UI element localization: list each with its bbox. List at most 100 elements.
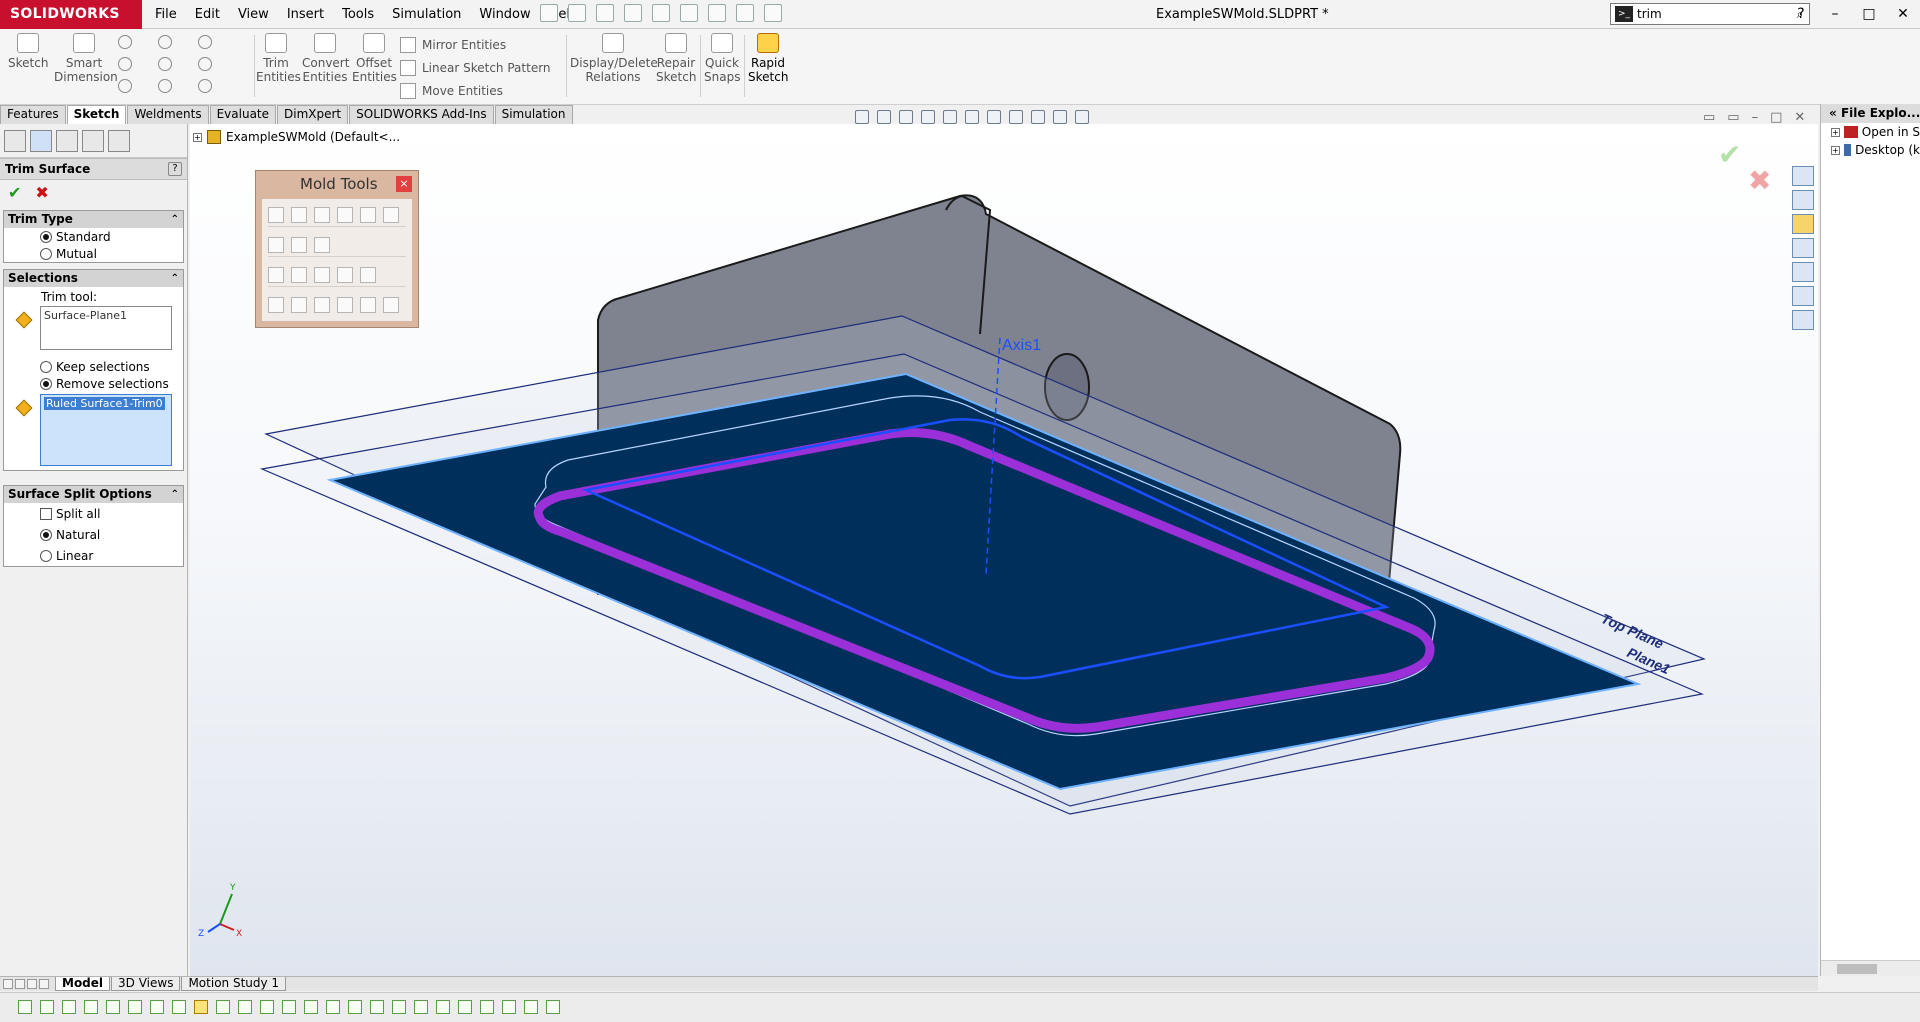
filter-edges-icon[interactable] [106,1000,120,1014]
fillet-icon[interactable] [158,79,172,93]
trim-entities-button[interactable]: Trim Entities [256,33,301,84]
line-icon[interactable] [118,35,132,49]
select-icon[interactable] [680,4,698,22]
design-library-icon[interactable] [1792,190,1814,210]
tab-features[interactable]: Features [0,105,66,124]
trim-type-mutual-radio[interactable]: Mutual [4,245,183,262]
filter-connection-points-icon[interactable] [524,1000,538,1014]
zoom-to-fit-icon[interactable] [855,110,869,124]
options-icon[interactable] [764,4,782,22]
new-document-icon[interactable] [540,4,558,22]
filter-sketch-segments-icon[interactable] [260,1000,274,1014]
menu-insert[interactable]: Insert [278,0,333,29]
scale-icon[interactable] [314,236,330,253]
filter-centerline-icon[interactable] [326,1000,340,1014]
filter-midpoints-icon[interactable] [282,1000,296,1014]
file-explorer-icon[interactable] [1792,214,1814,234]
polygon-icon[interactable] [198,57,212,71]
collapse-icon[interactable]: « [1829,106,1837,120]
quick-snaps-button[interactable]: Quick Snaps [704,33,740,84]
previous-view-icon[interactable] [899,110,913,124]
custom-properties-icon[interactable] [1792,286,1814,306]
undo-icon[interactable] [652,4,670,22]
hide-show-items-icon[interactable] [1009,110,1023,124]
search-input[interactable]: trim [1637,7,1791,21]
tab-sketch[interactable]: Sketch [66,105,127,124]
slot-icon[interactable] [118,79,132,93]
model-geometry[interactable]: Axis1 Top Plane Plane1 Y X Z [190,124,1818,976]
first-tab-icon[interactable] [3,979,13,989]
arc-icon[interactable] [158,57,172,71]
close-button[interactable]: ✕ [1894,0,1912,29]
trim-type-header[interactable]: Trim Type ⌃ [4,211,183,228]
menu-tools[interactable]: Tools [333,0,383,29]
flyout-feature-tree[interactable]: + ExampleSWMold (Default<... [193,130,400,144]
appearances-icon[interactable] [1792,262,1814,282]
maximize-button[interactable]: □ [1860,0,1878,29]
pieces-selection-box[interactable]: Ruled Surface1-Trim0 [40,394,172,466]
graphics-area[interactable]: Axis1 Top Plane Plane1 Y X Z [190,124,1818,976]
parting-surfaces-icon[interactable] [314,266,330,283]
expand-icon[interactable]: + [1831,127,1840,137]
filter-geometric-tolerances-icon[interactable] [392,1000,406,1014]
dynamic-annotation-icon[interactable] [943,110,957,124]
next-tab-icon[interactable] [27,979,37,989]
dimxpert-manager-icon[interactable] [82,130,104,152]
filter-cosmetic-threads-icon[interactable] [480,1000,494,1014]
filter-surface-finish-icon[interactable] [370,1000,384,1014]
save-icon[interactable] [596,4,614,22]
trim-type-standard-radio[interactable]: Standard [4,228,183,245]
display-style-icon[interactable] [987,110,1001,124]
split-line-icon[interactable] [337,297,353,313]
mirror-entities-button[interactable]: Mirror Entities [400,33,551,56]
tab-3d-views[interactable]: 3D Views [111,977,181,991]
rebuild-icon[interactable] [708,4,726,22]
keep-selections-radio[interactable]: Keep selections [4,358,183,375]
apply-scene-icon[interactable] [1053,110,1067,124]
solidworks-forum-icon[interactable] [1792,310,1814,330]
help-icon[interactable]: ? [1792,0,1810,29]
natural-radio[interactable]: Natural [4,524,183,545]
view-settings-icon[interactable] [1075,110,1089,124]
file-properties-icon[interactable] [736,4,754,22]
menu-view[interactable]: View [229,0,278,29]
view-orientation-icon[interactable] [965,110,979,124]
parting-line-analysis-icon[interactable] [291,236,307,253]
display-manager-icon[interactable] [108,130,130,152]
tile-viewport-icon[interactable]: ▭ [1727,110,1739,125]
ruled-surface-2-icon[interactable] [360,297,376,313]
open-document-icon[interactable] [568,4,586,22]
filter-routing-points-icon[interactable] [546,1000,560,1014]
insert-mold-folders-icon[interactable] [291,297,307,313]
collapse-icon[interactable]: ⌃ [171,211,179,228]
menu-window[interactable]: Window [470,0,539,29]
surface-split-options-header[interactable]: Surface Split Options ⌃ [4,486,183,503]
scroll-thumb[interactable] [1837,964,1877,974]
filter-weld-symbols-icon[interactable] [436,1000,450,1014]
linear-radio[interactable]: Linear [4,545,183,566]
tab-weldments[interactable]: Weldments [127,105,209,124]
print-icon[interactable] [624,4,642,22]
filter-dimensions-icon[interactable] [348,1000,362,1014]
offset-surface-icon[interactable] [291,206,307,223]
ok-check-icon[interactable]: ✔ [8,183,21,202]
zoom-to-area-icon[interactable] [877,110,891,124]
minimize-button[interactable]: – [1826,0,1844,29]
remove-selections-radio[interactable]: Remove selections [4,375,183,392]
point-icon[interactable] [198,79,212,93]
undercut-analysis-icon[interactable] [268,236,284,253]
menu-edit[interactable]: Edit [186,0,229,29]
circle-icon[interactable] [158,35,172,49]
clear-filters-icon[interactable] [40,1000,54,1014]
filter-datum-targets-icon[interactable] [458,1000,472,1014]
solidworks-resources-icon[interactable] [1792,166,1814,186]
mold-tools-header[interactable]: Mold Tools × [256,171,418,197]
selected-piece[interactable]: Ruled Surface1-Trim0 [44,397,165,410]
search-box[interactable]: >_ trim ⌕ [1610,3,1810,25]
rectangle-icon[interactable] [118,57,132,71]
filter-notes-icon[interactable] [414,1000,428,1014]
filter-planes-icon[interactable] [216,1000,230,1014]
draft-icon[interactable] [268,297,284,313]
sketch-button[interactable]: Sketch [8,33,48,70]
view-palette-icon[interactable] [1792,238,1814,258]
